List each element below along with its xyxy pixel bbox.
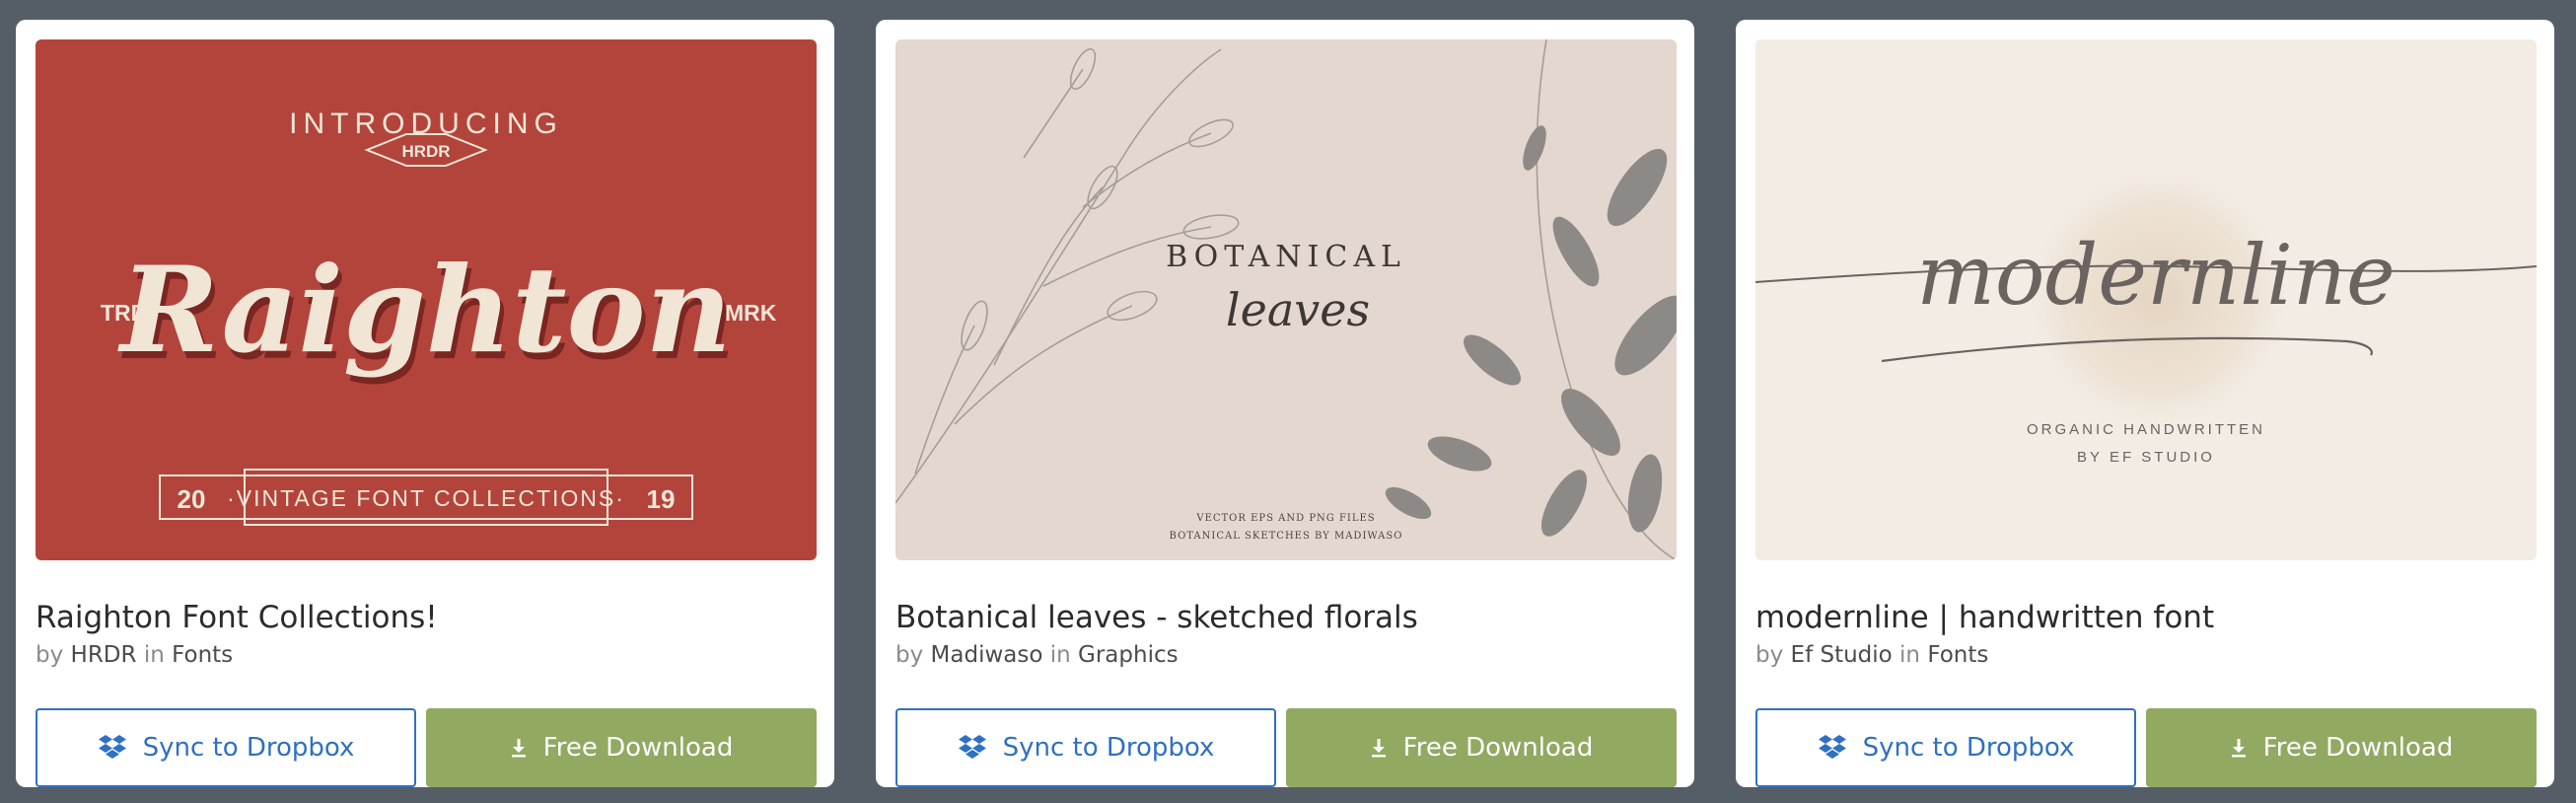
by-label: by <box>895 642 924 668</box>
svg-text:20: 20 <box>178 484 206 514</box>
svg-text:BOTANICAL: BOTANICAL <box>1166 240 1406 274</box>
svg-text:Raighton: Raighton <box>117 241 732 380</box>
svg-text:VECTOR EPS AND PNG FILES: VECTOR EPS AND PNG FILES <box>1195 513 1375 524</box>
sync-button-label: Sync to Dropbox <box>142 733 355 763</box>
svg-text:BOTANICAL SKETCHES BY MADIWASO: BOTANICAL SKETCHES BY MADIWASO <box>1170 531 1403 542</box>
product-title[interactable]: Raighton Font Collections! <box>36 600 815 635</box>
dropbox-icon <box>1818 735 1847 761</box>
category-link[interactable]: Graphics <box>1078 642 1179 668</box>
by-label: by <box>36 642 64 668</box>
svg-text:ORGANIC HANDWRITTEN: ORGANIC HANDWRITTEN <box>2027 421 2265 438</box>
sync-to-dropbox-button[interactable]: Sync to Dropbox <box>1755 708 2136 787</box>
download-button-label: Free Download <box>542 733 734 763</box>
sync-to-dropbox-button[interactable]: Sync to Dropbox <box>36 708 416 787</box>
download-arrow-icon <box>510 738 528 758</box>
by-label: by <box>1755 642 1784 668</box>
svg-text:BY EF STUDIO: BY EF STUDIO <box>2077 449 2215 466</box>
product-thumbnail[interactable]: INTRODUCING HRDR TRD MRK Raighton Raight… <box>36 39 817 560</box>
modernline-preview-image: modernline ORGANIC HANDWRITTEN BY EF STU… <box>1755 39 2537 560</box>
free-download-button[interactable]: Free Download <box>1286 708 1677 787</box>
in-label: in <box>1899 642 1921 668</box>
botanical-preview-image: BOTANICAL leaves VECTOR EPS AND PNG FILE… <box>895 39 1677 560</box>
dropbox-icon <box>958 735 987 761</box>
category-link[interactable]: Fonts <box>172 642 233 668</box>
product-meta: by Madiwaso in Graphics <box>895 642 1179 668</box>
svg-text:modernline: modernline <box>1916 227 2396 324</box>
free-download-button[interactable]: Free Download <box>426 708 817 787</box>
free-download-button[interactable]: Free Download <box>2146 708 2537 787</box>
product-title[interactable]: Botanical leaves - sketched florals <box>895 600 1675 635</box>
sync-to-dropbox-button[interactable]: Sync to Dropbox <box>895 708 1276 787</box>
product-card: modernline ORGANIC HANDWRITTEN BY EF STU… <box>1736 20 2554 787</box>
raighton-preview-image: INTRODUCING HRDR TRD MRK Raighton Raight… <box>36 39 817 560</box>
author-link[interactable]: HRDR <box>71 642 137 668</box>
svg-text:HRDR: HRDR <box>401 142 450 161</box>
svg-text:leaves: leaves <box>1226 283 1370 336</box>
product-title[interactable]: modernline | handwritten font <box>1755 600 2535 635</box>
svg-text:·VINTAGE FONT COLLECTIONS·: ·VINTAGE FONT COLLECTIONS· <box>227 485 625 511</box>
product-thumbnail[interactable]: BOTANICAL leaves VECTOR EPS AND PNG FILE… <box>895 39 1677 560</box>
product-meta: by Ef Studio in Fonts <box>1755 642 1988 668</box>
product-meta: by HRDR in Fonts <box>36 642 233 668</box>
product-card: INTRODUCING HRDR TRD MRK Raighton Raight… <box>16 20 834 787</box>
dropbox-icon <box>98 735 127 761</box>
svg-text:INTRODUCING: INTRODUCING <box>289 108 563 140</box>
download-arrow-icon <box>2230 738 2248 758</box>
category-link[interactable]: Fonts <box>1927 642 1988 668</box>
in-label: in <box>1049 642 1071 668</box>
product-grid: INTRODUCING HRDR TRD MRK Raighton Raight… <box>0 0 2576 803</box>
sync-button-label: Sync to Dropbox <box>1862 733 2075 763</box>
author-link[interactable]: Ef Studio <box>1791 642 1893 668</box>
download-button-label: Free Download <box>1402 733 1594 763</box>
author-link[interactable]: Madiwaso <box>931 642 1043 668</box>
product-card: BOTANICAL leaves VECTOR EPS AND PNG FILE… <box>876 20 1694 787</box>
svg-text:19: 19 <box>647 484 676 514</box>
product-thumbnail[interactable]: modernline ORGANIC HANDWRITTEN BY EF STU… <box>1755 39 2537 560</box>
sync-button-label: Sync to Dropbox <box>1002 733 1215 763</box>
download-button-label: Free Download <box>2262 733 2454 763</box>
download-arrow-icon <box>1370 738 1388 758</box>
in-label: in <box>143 642 165 668</box>
